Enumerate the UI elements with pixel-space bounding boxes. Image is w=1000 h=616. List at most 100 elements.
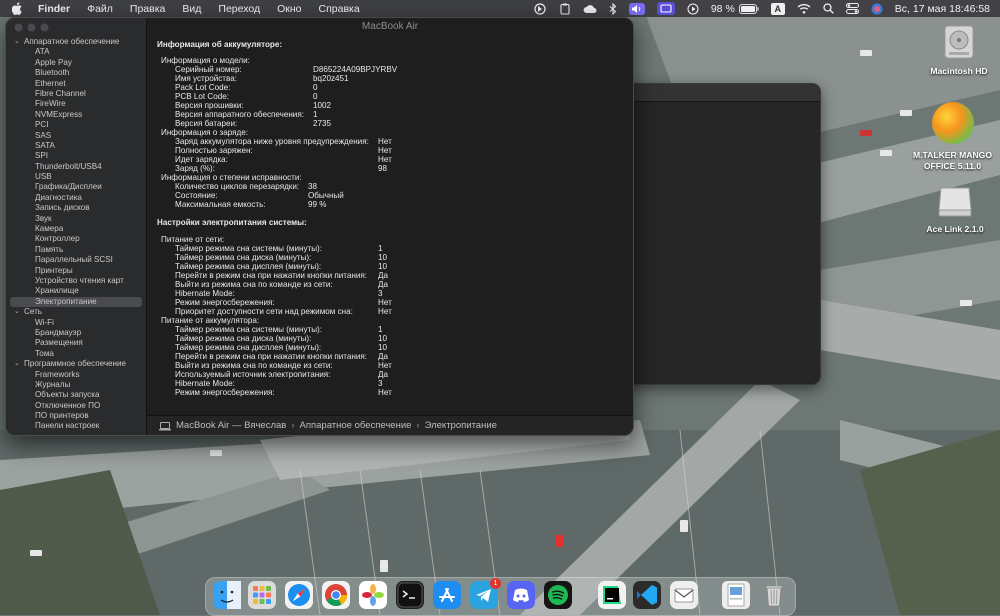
sidebar-item[interactable]: Панели настроек: [6, 421, 146, 431]
dock-app-store-icon[interactable]: [433, 581, 461, 609]
status-sound-icon[interactable]: [628, 2, 645, 15]
desktop-icon-mango-office[interactable]: M.TALKER MANGO OFFICE 5.11.0: [905, 100, 1000, 172]
path-item-hardware[interactable]: Аппаратное обеспечение: [300, 416, 412, 435]
menu-view[interactable]: Вид: [182, 3, 201, 15]
status-play-icon[interactable]: [687, 2, 699, 15]
sidebar-item[interactable]: Тома: [6, 349, 146, 359]
menu-window[interactable]: Окно: [277, 3, 301, 15]
menu-go[interactable]: Переход: [218, 3, 260, 15]
dock-vscode-icon[interactable]: [633, 581, 661, 609]
sidebar-item-label: Хранилище: [35, 286, 79, 296]
spotlight-icon[interactable]: [823, 3, 834, 14]
sidebar-group[interactable]: ⌄ Сеть: [6, 307, 146, 317]
report-heading-row: Информация о степени исправности:: [147, 173, 627, 182]
sidebar-item[interactable]: Apple Pay: [6, 58, 146, 68]
dock-finder-icon[interactable]: [213, 581, 241, 609]
dock-mail-icon[interactable]: [670, 581, 698, 609]
disclosure-chevron-icon[interactable]: ⌄: [14, 307, 20, 317]
property-label: Полностью заряжен:: [175, 146, 253, 155]
dock-pycharm-icon[interactable]: [598, 581, 626, 609]
dock-terminal-icon[interactable]: [396, 581, 424, 609]
dock-safari-icon[interactable]: [285, 581, 313, 609]
dock-spotify-icon[interactable]: [544, 581, 572, 609]
desktop-icon-macintosh-hd[interactable]: Macintosh HD: [925, 22, 993, 76]
sidebar-group[interactable]: ⌄ Программное обеспечение: [6, 359, 146, 369]
wifi-icon[interactable]: [797, 3, 811, 14]
sidebar-item[interactable]: SPI: [6, 151, 146, 161]
menu-file[interactable]: Файл: [87, 3, 113, 15]
menubar-clock[interactable]: Вс, 17 мая 18:46:58: [895, 3, 990, 15]
report-row: Заряд (%): 98: [147, 164, 627, 173]
menu-app-finder[interactable]: Finder: [38, 3, 70, 15]
dock-telegram-icon[interactable]: 1: [470, 578, 501, 609]
sidebar-item[interactable]: Отключенное ПО: [6, 401, 146, 411]
zoom-button[interactable]: [40, 23, 49, 32]
sidebar-item[interactable]: Размещения: [6, 338, 146, 348]
sidebar-item[interactable]: FireWire: [6, 99, 146, 109]
sidebar-item[interactable]: Ethernet: [6, 79, 146, 89]
dock-trash-icon[interactable]: [760, 581, 788, 609]
sidebar-item[interactable]: USB: [6, 172, 146, 182]
status-screen-mirror-icon[interactable]: [656, 2, 675, 15]
dock-discord-icon[interactable]: [507, 581, 535, 609]
report-row: Приоритет доступности сети над режимом с…: [147, 307, 627, 316]
system-information-window[interactable]: ⌄ Аппаратное обеспечение ATA Apple Pay Bluet…: [5, 17, 634, 436]
sidebar-item[interactable]: Принтеры: [6, 266, 146, 276]
sidebar-item[interactable]: ПО принтеров: [6, 411, 146, 421]
sidebar-item[interactable]: Wi-Fi: [6, 318, 146, 328]
property-value: Да: [378, 280, 388, 289]
sidebar-item[interactable]: Хранилище: [6, 286, 146, 296]
menu-help[interactable]: Справка: [319, 3, 360, 15]
sidebar-item[interactable]: SAS: [6, 131, 146, 141]
dock-chrome-icon[interactable]: [322, 581, 350, 609]
battery-icon[interactable]: [738, 3, 759, 14]
sidebar-item[interactable]: Объекты запуска: [6, 390, 146, 400]
control-center-icon[interactable]: [845, 3, 859, 14]
sidebar-item[interactable]: Параллельный SCSI: [6, 255, 146, 265]
property-label: Идет зарядка:: [175, 155, 228, 164]
battery-percent[interactable]: 98 %: [711, 3, 735, 15]
sidebar-item[interactable]: SATA: [6, 141, 146, 151]
dock-preview-icon[interactable]: [722, 581, 750, 609]
path-item-computer[interactable]: MacBook Air — Вячеслав: [176, 416, 286, 435]
dock-photos-icon[interactable]: [359, 581, 387, 609]
disclosure-chevron-icon[interactable]: ⌄: [14, 359, 20, 369]
sidebar-item[interactable]: Графика/Дисплеи: [6, 182, 146, 192]
sidebar-item[interactable]: Электропитание: [10, 296, 142, 308]
sidebar-item[interactable]: Камера: [6, 224, 146, 234]
sidebar-item[interactable]: PCI: [6, 120, 146, 130]
sidebar-item[interactable]: NVMExpress: [6, 110, 146, 120]
sidebar-group[interactable]: ⌄ Аппаратное обеспечение: [6, 37, 146, 47]
sidebar-item[interactable]: Thunderbolt/USB4: [6, 162, 146, 172]
bluetooth-icon[interactable]: [609, 2, 617, 15]
sidebar-item[interactable]: Диагностика: [6, 193, 146, 203]
menu-edit[interactable]: Правка: [130, 3, 165, 15]
status-clipboard-icon[interactable]: [559, 3, 571, 15]
section-heading: Информация об аккумуляторе:: [157, 40, 283, 49]
sidebar-item[interactable]: Bluetooth: [6, 68, 146, 78]
minimize-button[interactable]: [27, 23, 36, 32]
input-source-indicator[interactable]: A: [770, 2, 785, 15]
sidebar-item-label: Параллельный SCSI: [35, 255, 113, 265]
close-button[interactable]: [14, 23, 23, 32]
sidebar-item[interactable]: Устройство чтения карт: [6, 276, 146, 286]
sidebar-item[interactable]: Память: [6, 245, 146, 255]
sidebar-item[interactable]: Контроллер: [6, 234, 146, 244]
disclosure-chevron-icon[interactable]: ⌄: [14, 37, 20, 47]
sidebar-item[interactable]: Брандмауэр: [6, 328, 146, 338]
sidebar-item[interactable]: Запись дисков: [6, 203, 146, 213]
status-app-icon[interactable]: [533, 2, 547, 15]
status-cloud-icon[interactable]: [583, 3, 597, 15]
sidebar-item[interactable]: Звук: [6, 214, 146, 224]
sidebar-item[interactable]: Frameworks: [6, 370, 146, 380]
sidebar-item-label: Панели настроек: [35, 421, 100, 431]
sidebar-item[interactable]: Журналы: [6, 380, 146, 390]
apple-menu-icon[interactable]: [12, 2, 26, 16]
dock-launchpad-icon[interactable]: [248, 581, 276, 609]
sidebar-item[interactable]: Fibre Channel: [6, 89, 146, 99]
property-value: 1002: [313, 101, 332, 110]
siri-icon[interactable]: [871, 3, 883, 15]
desktop-icon-ace-link[interactable]: Ace Link 2.1.0: [920, 180, 990, 234]
sidebar-item[interactable]: ATA: [6, 47, 146, 57]
path-item-power[interactable]: Электропитание: [425, 416, 497, 435]
